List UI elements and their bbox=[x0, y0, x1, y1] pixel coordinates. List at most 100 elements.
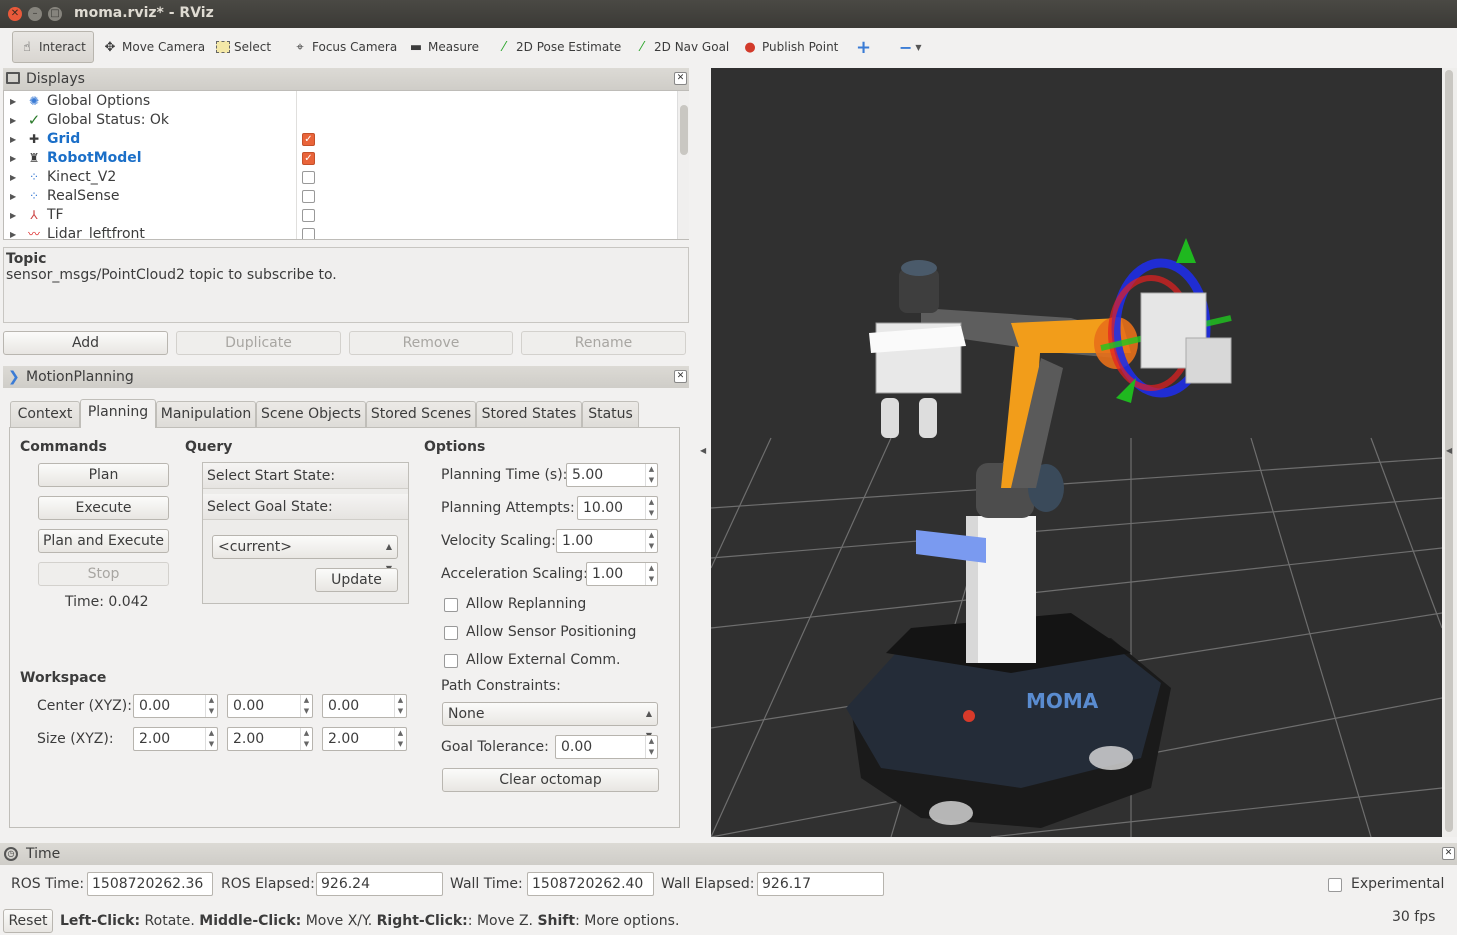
clear-octomap-button[interactable]: Clear octomap bbox=[442, 768, 659, 792]
display-item-robotmodel[interactable]: ▶ ♜ RobotModel ✓ bbox=[4, 149, 674, 168]
display-enabled-checkbox[interactable] bbox=[302, 171, 315, 184]
window-maximize-button[interactable]: □ bbox=[48, 7, 62, 21]
tab-planning[interactable]: Planning bbox=[80, 399, 156, 428]
plan-and-execute-button[interactable]: Plan and Execute bbox=[38, 529, 169, 553]
center-y-spinbox[interactable]: 0.00 ▲ ▼ bbox=[227, 694, 313, 718]
spin-arrows-icon[interactable]: ▲ ▼ bbox=[205, 728, 217, 750]
measure-tool-button[interactable]: ▬ Measure bbox=[402, 31, 485, 63]
displays-close-button[interactable]: ✕ bbox=[674, 72, 687, 85]
interact-tool-button[interactable]: ☝ Interact bbox=[12, 31, 94, 63]
spin-arrows-icon[interactable]: ▲ ▼ bbox=[300, 695, 312, 717]
spin-arrows-icon[interactable]: ▲ ▼ bbox=[394, 695, 406, 717]
center-z-spinbox[interactable]: 0.00 ▲ ▼ bbox=[322, 694, 407, 718]
splitter-left-arrow-icon[interactable]: ◀ bbox=[700, 446, 706, 455]
3d-render-viewport[interactable]: MOMA bbox=[711, 68, 1442, 837]
planning-time-spinbox[interactable]: 5.00 ▲ ▼ bbox=[566, 463, 658, 487]
expand-arrow-icon[interactable]: ▶ bbox=[10, 187, 16, 206]
expand-arrow-icon[interactable]: ▶ bbox=[10, 111, 16, 130]
wall-elapsed-field[interactable]: 926.17 bbox=[757, 872, 884, 896]
window-minimize-button[interactable]: – bbox=[28, 7, 42, 21]
display-enabled-checkbox[interactable] bbox=[302, 228, 315, 239]
spin-arrows-icon[interactable]: ▲ ▼ bbox=[300, 728, 312, 750]
size-z-spinbox[interactable]: 2.00 ▲ ▼ bbox=[322, 727, 407, 751]
displays-scrollbar-thumb[interactable] bbox=[680, 105, 688, 155]
remove-display-button[interactable]: Remove bbox=[349, 331, 513, 355]
stop-button[interactable]: Stop bbox=[38, 562, 169, 586]
allow-external-comm-checkbox[interactable] bbox=[444, 654, 458, 668]
spin-arrows-icon[interactable]: ▲ ▼ bbox=[394, 728, 406, 750]
planning-attempts-spinbox[interactable]: 10.00 ▲ ▼ bbox=[577, 496, 658, 520]
tab-stored-states[interactable]: Stored States bbox=[476, 401, 582, 427]
size-x-spinbox[interactable]: 2.00 ▲ ▼ bbox=[133, 727, 218, 751]
tab-context[interactable]: Context bbox=[10, 401, 80, 427]
display-item-grid[interactable]: ▶ ✚ Grid ✓ bbox=[4, 130, 674, 149]
select-tool-button[interactable]: Select bbox=[210, 31, 277, 63]
displays-tree[interactable]: ▶ ✺ Global Options ▶ ✓ Global Status: Ok… bbox=[3, 90, 689, 240]
spin-arrows-icon[interactable]: ▲ ▼ bbox=[205, 695, 217, 717]
add-display-button[interactable]: Add bbox=[3, 331, 168, 355]
move-camera-tool-button[interactable]: ✥ Move Camera bbox=[96, 31, 211, 63]
display-item-kinect[interactable]: ▶ ⁘ Kinect_V2 bbox=[4, 168, 674, 187]
wall-time-field[interactable]: 1508720262.40 bbox=[527, 872, 654, 896]
acceleration-scaling-spinbox[interactable]: 1.00 ▲ ▼ bbox=[586, 562, 658, 586]
display-item-global-status[interactable]: ▶ ✓ Global Status: Ok bbox=[4, 111, 674, 130]
reset-button[interactable]: Reset bbox=[3, 909, 53, 933]
focus-camera-tool-button[interactable]: ⌖ Focus Camera bbox=[286, 31, 403, 63]
update-button[interactable]: Update bbox=[315, 568, 398, 592]
display-item-lidar[interactable]: ▶ 〰 Lidar_leftfront bbox=[4, 225, 674, 239]
window-close-button[interactable]: ✕ bbox=[8, 7, 22, 21]
rename-display-button[interactable]: Rename bbox=[521, 331, 686, 355]
spin-arrows-icon[interactable]: ▲ ▼ bbox=[645, 563, 657, 585]
window-title: moma.rviz* - RViz bbox=[74, 5, 214, 21]
size-y-spinbox[interactable]: 2.00 ▲ ▼ bbox=[227, 727, 313, 751]
plan-button[interactable]: Plan bbox=[38, 463, 169, 487]
display-item-tf[interactable]: ▶ ⅄ TF bbox=[4, 206, 674, 225]
select-goal-state-row[interactable]: Select Goal State: bbox=[203, 494, 408, 520]
duplicate-display-button[interactable]: Duplicate bbox=[176, 331, 341, 355]
spin-arrows-icon[interactable]: ▲ ▼ bbox=[645, 497, 657, 519]
velocity-scaling-spinbox[interactable]: 1.00 ▲ ▼ bbox=[556, 529, 658, 553]
tab-scene-objects[interactable]: Scene Objects bbox=[256, 401, 366, 427]
hint-left-click-text: Rotate. bbox=[140, 913, 200, 929]
expand-arrow-icon[interactable]: ▶ bbox=[10, 206, 16, 225]
ros-time-field[interactable]: 1508720262.36 bbox=[87, 872, 213, 896]
execute-button[interactable]: Execute bbox=[38, 496, 169, 520]
remove-tool-button[interactable]: − ▼ bbox=[893, 31, 928, 63]
goal-tolerance-spinbox[interactable]: 0.00 ▲ ▼ bbox=[555, 735, 658, 759]
tab-status[interactable]: Status bbox=[582, 401, 639, 427]
nav-goal-tool-button[interactable]: ⁄ 2D Nav Goal bbox=[628, 31, 735, 63]
laser-icon: 〰 bbox=[27, 227, 40, 239]
display-item-global-options[interactable]: ▶ ✺ Global Options bbox=[4, 92, 674, 111]
select-start-state-row[interactable]: Select Start State: bbox=[203, 463, 408, 489]
display-enabled-checkbox[interactable]: ✓ bbox=[302, 152, 315, 165]
time-panel-close-button[interactable]: ✕ bbox=[1442, 847, 1455, 860]
allow-sensor-positioning-checkbox[interactable] bbox=[444, 626, 458, 640]
publish-point-tool-button[interactable]: ● Publish Point bbox=[736, 31, 844, 63]
status-bar: Reset Left-Click: Rotate. Middle-Click: … bbox=[0, 907, 1457, 935]
expand-arrow-icon[interactable]: ▶ bbox=[10, 149, 16, 168]
display-item-realsense[interactable]: ▶ ⁘ RealSense bbox=[4, 187, 674, 206]
pose-estimate-tool-button[interactable]: ⁄ 2D Pose Estimate bbox=[490, 31, 627, 63]
display-enabled-checkbox[interactable]: ✓ bbox=[302, 133, 315, 146]
experimental-checkbox[interactable] bbox=[1328, 878, 1342, 892]
expand-arrow-icon[interactable]: ▶ bbox=[10, 92, 16, 111]
motionplanning-close-button[interactable]: ✕ bbox=[674, 370, 687, 383]
add-tool-button[interactable]: + bbox=[850, 31, 877, 63]
display-enabled-checkbox[interactable] bbox=[302, 190, 315, 203]
splitter-right-arrow-icon[interactable]: ◀ bbox=[1446, 446, 1452, 455]
expand-arrow-icon[interactable]: ▶ bbox=[10, 130, 16, 149]
spin-arrows-icon[interactable]: ▲ ▼ bbox=[645, 464, 657, 486]
expand-arrow-icon[interactable]: ▶ bbox=[10, 225, 16, 239]
spin-arrows-icon[interactable]: ▲ ▼ bbox=[645, 736, 657, 758]
goal-state-select[interactable]: <current> ▲▼ bbox=[212, 535, 398, 573]
display-enabled-checkbox[interactable] bbox=[302, 209, 315, 222]
center-x-spinbox[interactable]: 0.00 ▲ ▼ bbox=[133, 694, 218, 718]
path-constraints-select[interactable]: None ▲▼ bbox=[442, 702, 658, 740]
allow-replanning-checkbox[interactable] bbox=[444, 598, 458, 612]
expand-arrow-icon[interactable]: ▶ bbox=[10, 168, 16, 187]
spin-arrows-icon[interactable]: ▲ ▼ bbox=[645, 530, 657, 552]
tab-stored-scenes[interactable]: Stored Scenes bbox=[366, 401, 476, 427]
ros-elapsed-field[interactable]: 926.24 bbox=[316, 872, 443, 896]
displays-scrollbar[interactable] bbox=[677, 91, 689, 239]
tab-manipulation[interactable]: Manipulation bbox=[156, 401, 256, 427]
